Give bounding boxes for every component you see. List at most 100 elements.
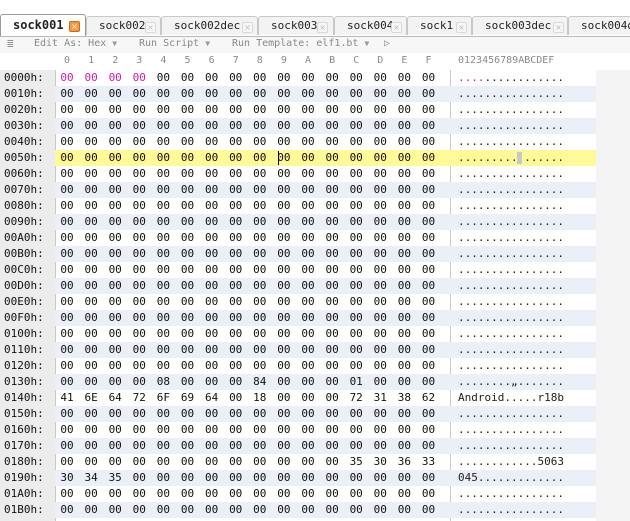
hex-byte[interactable]: 00 — [154, 454, 172, 470]
hex-byte[interactable]: 00 — [58, 262, 76, 278]
hex-byte[interactable]: 00 — [179, 342, 197, 358]
hex-byte[interactable]: 00 — [299, 502, 317, 518]
hex-byte[interactable]: 00 — [251, 294, 269, 310]
hex-byte[interactable]: 00 — [275, 342, 293, 358]
hex-byte[interactable]: 00 — [106, 294, 124, 310]
hex-byte[interactable]: 00 — [275, 86, 293, 102]
hex-byte[interactable]: 00 — [420, 278, 438, 294]
hex-byte[interactable]: 00 — [203, 422, 221, 438]
hex-byte[interactable]: 00 — [275, 406, 293, 422]
hex-byte[interactable]: 00 — [179, 374, 197, 390]
hex-byte[interactable]: 00 — [275, 454, 293, 470]
hex-byte[interactable]: 00 — [179, 278, 197, 294]
hex-byte[interactable]: 30 — [371, 454, 389, 470]
hex-byte[interactable]: 00 — [251, 150, 269, 166]
hex-byte[interactable]: 00 — [299, 134, 317, 150]
hex-byte[interactable]: 00 — [347, 502, 365, 518]
hex-byte[interactable]: 00 — [154, 166, 172, 182]
hex-byte[interactable]: 00 — [347, 150, 365, 166]
hex-byte[interactable]: 00 — [106, 326, 124, 342]
hex-byte[interactable]: 00 — [227, 342, 245, 358]
hex-byte[interactable]: 00 — [323, 294, 341, 310]
hex-byte[interactable]: 00 — [299, 470, 317, 486]
hex-byte[interactable]: 00 — [371, 246, 389, 262]
hex-byte[interactable]: 00 — [420, 406, 438, 422]
hex-byte[interactable]: 00 — [371, 182, 389, 198]
hex-row[interactable]: 00 00 00 00 00 00 00 00 00 00 00 00 00 00 00 00 — [55, 118, 450, 134]
hex-byte[interactable]: 00 — [251, 134, 269, 150]
hex-byte[interactable]: 00 — [154, 438, 172, 454]
hex-byte[interactable]: 00 — [420, 358, 438, 374]
hex-byte[interactable]: 00 — [227, 326, 245, 342]
hex-byte[interactable]: 00 — [130, 134, 148, 150]
hex-byte[interactable]: 00 — [275, 198, 293, 214]
hex-byte[interactable]: 00 — [130, 198, 148, 214]
hex-byte[interactable]: 00 — [58, 326, 76, 342]
hex-byte[interactable]: 00 — [106, 102, 124, 118]
hex-byte[interactable]: 00 — [58, 118, 76, 134]
hex-byte[interactable]: 00 — [82, 358, 100, 374]
hex-byte[interactable]: 00 — [130, 70, 148, 86]
hex-byte[interactable]: 00 — [347, 422, 365, 438]
text-row[interactable]: ................ — [450, 198, 596, 214]
hex-byte[interactable]: 00 — [395, 502, 413, 518]
hex-byte[interactable]: 00 — [203, 438, 221, 454]
hex-byte[interactable]: 00 — [82, 422, 100, 438]
hex-byte[interactable]: 00 — [323, 374, 341, 390]
hex-byte[interactable]: 00 — [395, 150, 413, 166]
text-row[interactable]: ................ — [450, 150, 596, 166]
hex-byte[interactable]: 00 — [371, 230, 389, 246]
hex-byte[interactable]: 00 — [371, 102, 389, 118]
close-icon[interactable]: × — [242, 22, 253, 33]
hex-byte[interactable]: 00 — [323, 310, 341, 326]
hex-byte[interactable]: 00 — [227, 390, 245, 406]
hex-byte[interactable]: 00 — [154, 358, 172, 374]
hex-byte[interactable]: 00 — [106, 278, 124, 294]
text-row[interactable]: ................ — [450, 214, 596, 230]
hex-byte[interactable]: 00 — [251, 198, 269, 214]
hex-byte[interactable]: 00 — [203, 278, 221, 294]
hex-byte[interactable]: 00 — [179, 358, 197, 374]
hex-byte[interactable]: 00 — [82, 214, 100, 230]
hex-byte[interactable]: 00 — [130, 150, 148, 166]
hex-byte[interactable]: 6F — [154, 390, 172, 406]
hex-byte[interactable]: 00 — [106, 502, 124, 518]
text-row[interactable]: ................ — [450, 182, 596, 198]
hex-byte[interactable]: 00 — [371, 150, 389, 166]
hex-byte[interactable]: 00 — [82, 246, 100, 262]
hex-byte[interactable]: 00 — [82, 102, 100, 118]
hex-byte[interactable]: 00 — [227, 486, 245, 502]
text-row[interactable]: ................ — [450, 486, 596, 502]
hex-byte[interactable]: 00 — [130, 262, 148, 278]
hex-byte[interactable]: 00 — [82, 262, 100, 278]
hex-byte[interactable]: 00 — [82, 86, 100, 102]
hex-byte[interactable]: 00 — [130, 438, 148, 454]
hex-byte[interactable]: 00 — [347, 294, 365, 310]
hex-byte[interactable]: 00 — [420, 134, 438, 150]
hex-byte[interactable]: 00 — [227, 438, 245, 454]
hex-byte[interactable]: 00 — [227, 406, 245, 422]
hex-byte[interactable]: 00 — [299, 70, 317, 86]
hex-byte[interactable]: 00 — [323, 342, 341, 358]
hex-byte[interactable]: 00 — [179, 118, 197, 134]
hex-byte[interactable]: 00 — [323, 326, 341, 342]
hex-row[interactable]: 00 00 00 00 00 00 00 00 00 00 00 00 00 00 00 00 — [55, 358, 450, 374]
text-row[interactable]: ................ — [450, 262, 596, 278]
hex-byte[interactable]: 00 — [323, 438, 341, 454]
hex-byte[interactable]: 00 — [130, 502, 148, 518]
hex-byte[interactable]: 00 — [179, 438, 197, 454]
hex-byte[interactable]: 00 — [227, 310, 245, 326]
hex-byte[interactable]: 00 — [371, 358, 389, 374]
hex-byte[interactable]: 00 — [82, 326, 100, 342]
hex-byte[interactable]: 00 — [395, 310, 413, 326]
hex-byte[interactable]: 00 — [371, 294, 389, 310]
hex-byte[interactable]: 00 — [275, 422, 293, 438]
text-row[interactable]: ............5063 — [450, 454, 596, 470]
hex-byte[interactable]: 00 — [154, 134, 172, 150]
hex-byte[interactable]: 00 — [347, 198, 365, 214]
hex-byte[interactable]: 18 — [251, 390, 269, 406]
hex-byte[interactable]: 00 — [251, 262, 269, 278]
hex-byte[interactable]: 00 — [58, 342, 76, 358]
text-row[interactable]: ................ — [450, 294, 596, 310]
hex-byte[interactable]: 33 — [420, 454, 438, 470]
